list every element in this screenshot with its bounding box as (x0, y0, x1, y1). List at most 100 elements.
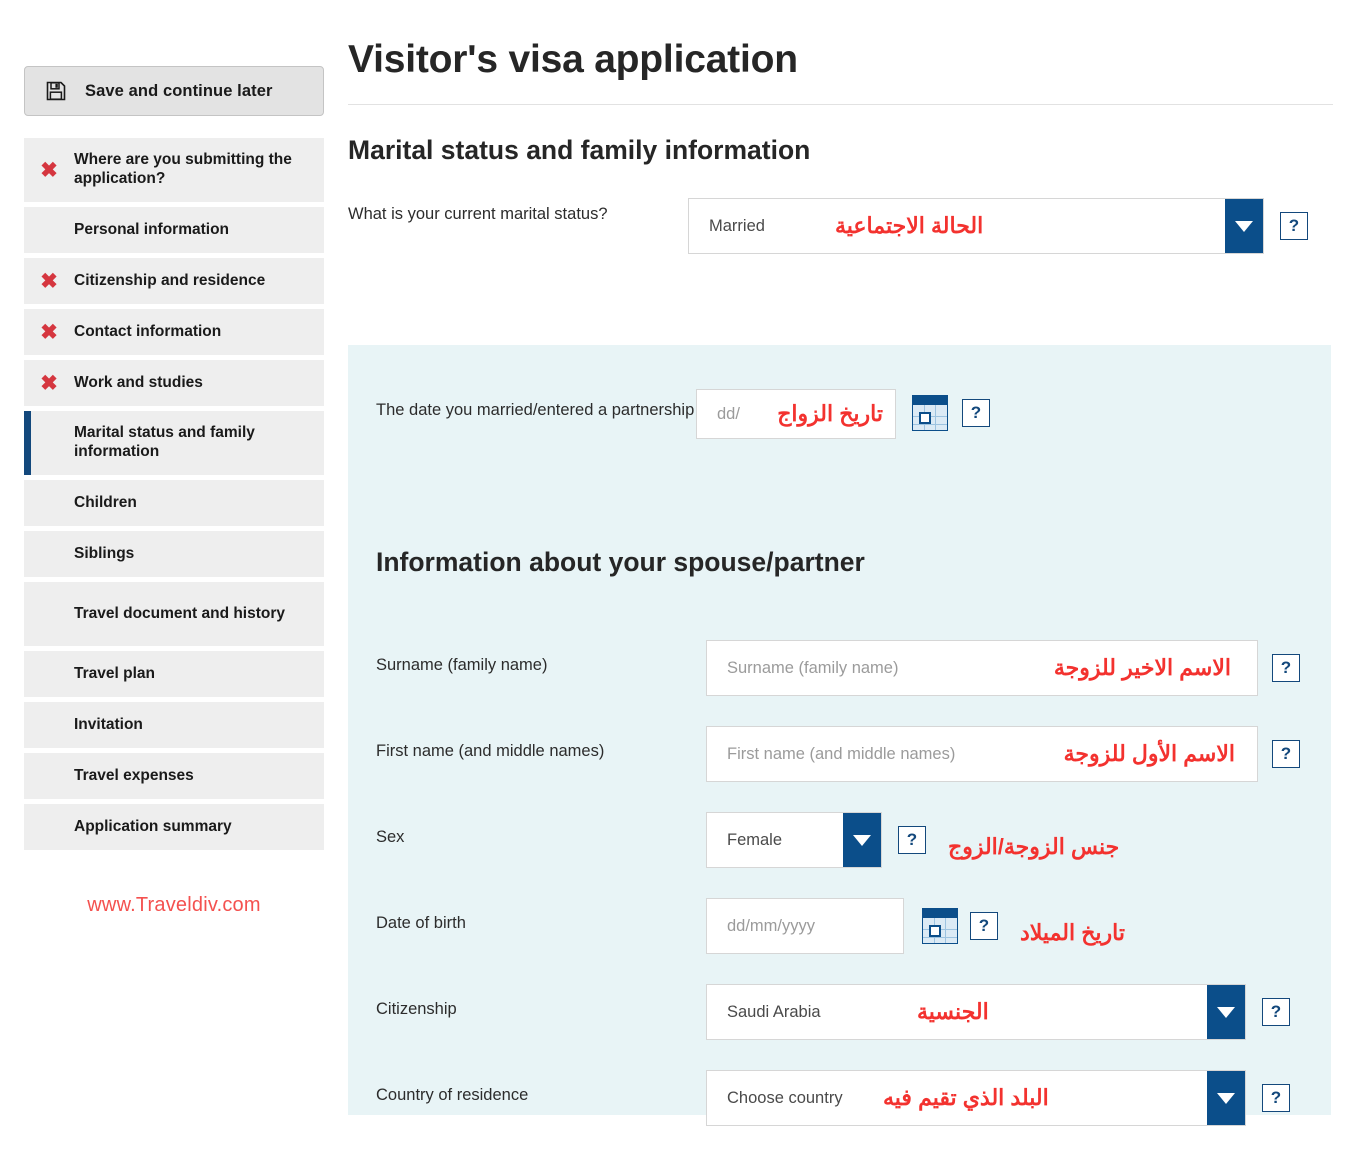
page-title: Visitor's visa application (348, 38, 798, 81)
sidebar-item-travel-document-and-history[interactable]: Travel document and history (24, 582, 324, 646)
sidebar-item-application-summary[interactable]: Application summary (24, 804, 324, 850)
sex-help-button[interactable]: ? (898, 826, 926, 854)
sex-value: Female (727, 830, 783, 849)
sidebar-item-label: Where are you submitting the application… (74, 151, 292, 187)
country-of-residence-select[interactable]: Choose country البلد الذي تقيم فيه (706, 1070, 1246, 1126)
citizenship-value: Saudi Arabia (727, 1002, 821, 1021)
marriage-date-annotation-ar: تاريخ الزواج (777, 401, 883, 426)
marital-status-help-button[interactable]: ? (1280, 212, 1308, 240)
first-name-annotation-ar: الاسم الأول للزوجة (1063, 741, 1235, 766)
date-of-birth-help-button[interactable]: ? (970, 912, 998, 940)
sidebar-item-travel-plan[interactable]: Travel plan (24, 651, 324, 697)
first-name-input[interactable]: First name (and middle names) الاسم الأو… (706, 726, 1258, 782)
sidebar-item-label: Personal information (74, 220, 230, 238)
surname-placeholder: Surname (family name) (727, 658, 899, 677)
marriage-date-help-button[interactable]: ? (962, 399, 990, 427)
section-nav: ✖ Where are you submitting the applicati… (24, 138, 340, 850)
first-name-controls: First name (and middle names) الاسم الأو… (706, 726, 1300, 782)
sidebar-item-travel-expenses[interactable]: Travel expenses (24, 753, 324, 799)
spouse-panel-heading: Information about your spouse/partner (376, 547, 865, 577)
country-of-residence-help-button[interactable]: ? (1262, 1084, 1290, 1112)
chevron-down-icon[interactable] (1207, 985, 1245, 1039)
sidebar-item-invitation[interactable]: Invitation (24, 702, 324, 748)
sidebar-item-marital-status-and-family-information[interactable]: Marital status and family information (24, 411, 324, 475)
first-name-help-button[interactable]: ? (1272, 740, 1300, 768)
marriage-date-input[interactable]: dd/ تاريخ الزواج (696, 389, 896, 439)
save-and-continue-later-button[interactable]: Save and continue later (24, 66, 324, 116)
date-of-birth-annotation-ar: تاريخ الميلاد (1020, 920, 1125, 945)
country-of-residence-annotation-ar: البلد الذي تقيم فيه (883, 1085, 1049, 1110)
calendar-icon[interactable] (922, 908, 958, 944)
surname-help-button[interactable]: ? (1272, 654, 1300, 682)
surname-input[interactable]: Surname (family name) الاسم الاخير للزوج… (706, 640, 1258, 696)
sex-label: Sex (376, 828, 405, 846)
date-of-birth-input[interactable]: dd/mm/yyyy (706, 898, 904, 954)
marriage-date-placeholder: dd/ (717, 404, 740, 423)
main-content: Visitor's visa application Marital statu… (340, 0, 1356, 1158)
spouse-panel: The date you married/entered a partnersh… (348, 345, 1331, 1126)
error-x-icon: ✖ (40, 269, 58, 293)
citizenship-select[interactable]: Saudi Arabia الجنسية (706, 984, 1246, 1040)
chevron-down-icon[interactable] (843, 813, 881, 867)
first-name-row: First name (and middle names) First name… (376, 726, 1331, 782)
marital-status-annotation-ar: الحالة الاجتماعية (835, 213, 984, 238)
marital-status-label: What is your current marital status? (348, 205, 608, 223)
sidebar-item-work-and-studies[interactable]: ✖ Work and studies (24, 360, 324, 406)
sidebar-item-label: Work and studies (74, 373, 203, 391)
marital-status-controls: Married الحالة الاجتماعية ? (688, 198, 1308, 254)
title-divider (348, 104, 1333, 105)
citizenship-row: Citizenship Saudi Arabia الجنسية ? (376, 984, 1331, 1040)
country-of-residence-label: Country of residence (376, 1086, 529, 1104)
calendar-icon[interactable] (912, 395, 948, 431)
date-of-birth-controls: dd/mm/yyyy ? تاريخ الميلاد (706, 898, 1125, 954)
surname-controls: Surname (family name) الاسم الاخير للزوج… (706, 640, 1300, 696)
marriage-date-row: The date you married/entered a partnersh… (376, 389, 1331, 439)
sidebar-item-label: Marital status and family information (74, 424, 255, 460)
marital-status-select[interactable]: Married الحالة الاجتماعية (688, 198, 1264, 254)
marital-status-value: Married (709, 216, 765, 235)
sidebar-item-label: Citizenship and residence (74, 271, 266, 289)
sex-row: Sex Female ? جنس الزوجة/الزوج (376, 812, 1331, 868)
sex-select[interactable]: Female (706, 812, 882, 868)
citizenship-help-button[interactable]: ? (1262, 998, 1290, 1026)
sidebar-item-label: Application summary (74, 817, 232, 835)
country-of-residence-controls: Choose country البلد الذي تقيم فيه ? (706, 1070, 1290, 1126)
sidebar-item-label: Children (74, 493, 137, 511)
sidebar-item-label: Invitation (74, 715, 143, 733)
sidebar-item-children[interactable]: Children (24, 480, 324, 526)
section-title: Marital status and family information (348, 135, 811, 165)
sidebar-item-siblings[interactable]: Siblings (24, 531, 324, 577)
marital-status-row: What is your current marital status? Mar… (348, 198, 1356, 254)
sidebar: Save and continue later ✖ Where are you … (0, 0, 340, 1158)
error-x-icon: ✖ (40, 320, 58, 344)
sidebar-item-label: Siblings (74, 544, 135, 562)
first-name-placeholder: First name (and middle names) (727, 744, 956, 763)
date-of-birth-row: Date of birth dd/mm/yyyy ? تاريخ الميلاد (376, 898, 1331, 954)
surname-annotation-ar: الاسم الاخير للزوجة (1053, 655, 1231, 680)
application-page: Save and continue later ✖ Where are you … (0, 0, 1356, 1158)
country-of-residence-value: Choose country (727, 1088, 843, 1107)
surname-row: Surname (family name) Surname (family na… (376, 640, 1331, 696)
surname-label: Surname (family name) (376, 656, 548, 674)
sidebar-item-where-submitting[interactable]: ✖ Where are you submitting the applicati… (24, 138, 324, 202)
error-x-icon: ✖ (40, 371, 58, 395)
marriage-date-label: The date you married/entered a partnersh… (376, 401, 695, 419)
sidebar-item-contact-information[interactable]: ✖ Contact information (24, 309, 324, 355)
sidebar-item-label: Travel expenses (74, 766, 194, 784)
floppy-disk-icon (45, 80, 67, 102)
chevron-down-icon[interactable] (1225, 199, 1263, 253)
error-x-icon: ✖ (40, 158, 58, 182)
citizenship-label: Citizenship (376, 1000, 457, 1018)
sex-controls: Female ? جنس الزوجة/الزوج (706, 812, 1119, 868)
sidebar-item-citizenship-and-residence[interactable]: ✖ Citizenship and residence (24, 258, 324, 304)
sidebar-item-label: Contact information (74, 322, 222, 340)
date-of-birth-label: Date of birth (376, 914, 466, 932)
date-of-birth-placeholder: dd/mm/yyyy (727, 916, 816, 935)
sidebar-item-personal-information[interactable]: Personal information (24, 207, 324, 253)
marriage-date-controls: dd/ تاريخ الزواج ? (696, 389, 990, 439)
citizenship-controls: Saudi Arabia الجنسية ? (706, 984, 1290, 1040)
watermark-url: www.Traveldiv.com (87, 894, 261, 916)
chevron-down-icon[interactable] (1207, 1071, 1245, 1125)
country-of-residence-row: Country of residence Choose country البل… (376, 1070, 1331, 1126)
citizenship-annotation-ar: الجنسية (917, 999, 989, 1024)
